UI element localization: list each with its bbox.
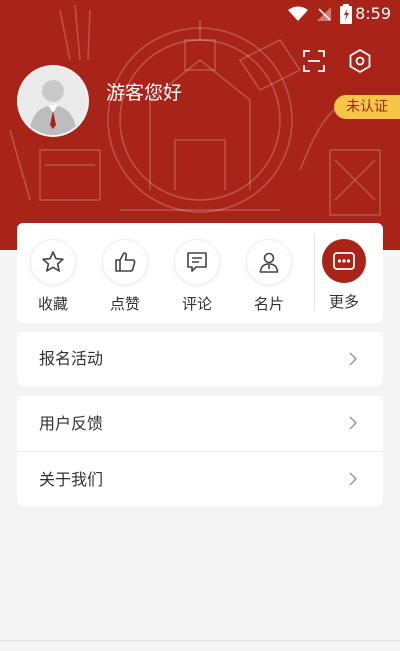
profile-header: 8:59 游客您好 未认证 [0, 0, 400, 250]
likes-button[interactable]: 点赞 [95, 239, 155, 314]
chevron-right-icon [349, 352, 357, 366]
comments-button[interactable]: 评论 [167, 239, 227, 314]
menu-item-signup[interactable]: 报名活动 [17, 332, 383, 386]
menu-item-feedback[interactable]: 用户反馈 [17, 396, 383, 451]
chevron-right-icon [349, 416, 357, 430]
menu-item-about[interactable]: 关于我们 [17, 451, 383, 507]
quick-actions-card: 收藏 点赞 评论 名片 更多 [17, 223, 383, 323]
comments-label: 评论 [181, 295, 212, 313]
gear-icon[interactable] [347, 48, 373, 74]
verify-status-badge[interactable]: 未认证 [334, 95, 400, 119]
menu-item-signup-label: 报名活动 [39, 349, 104, 368]
status-bar: 8:59 [0, 0, 400, 28]
battery-icon [340, 4, 352, 24]
more-button[interactable]: 更多 [314, 239, 374, 312]
chevron-right-icon [349, 472, 357, 486]
signup-card: 报名活动 [17, 332, 383, 386]
comment-icon [174, 239, 220, 285]
bottom-nav-divider [0, 640, 400, 641]
scan-icon[interactable] [303, 50, 325, 72]
more-icon [322, 239, 366, 283]
star-icon [30, 239, 76, 285]
likes-label: 点赞 [109, 295, 140, 313]
status-time: 8:59 [355, 4, 391, 23]
signal-icon [317, 7, 331, 21]
menu-item-about-label: 关于我们 [39, 470, 104, 489]
favorites-button[interactable]: 收藏 [23, 239, 83, 314]
thumbs-up-icon [102, 239, 148, 285]
favorites-label: 收藏 [37, 295, 68, 313]
wifi-icon [288, 6, 308, 21]
greeting-text[interactable]: 游客您好 [106, 78, 182, 105]
user-avatar-icon [29, 80, 77, 135]
menu-item-feedback-label: 用户反馈 [39, 414, 104, 433]
more-label: 更多 [328, 293, 359, 311]
avatar[interactable] [17, 65, 89, 137]
info-card: 用户反馈 关于我们 [17, 396, 383, 506]
user-card-icon [246, 239, 292, 285]
business-card-label: 名片 [253, 295, 284, 313]
business-card-button[interactable]: 名片 [239, 239, 299, 314]
